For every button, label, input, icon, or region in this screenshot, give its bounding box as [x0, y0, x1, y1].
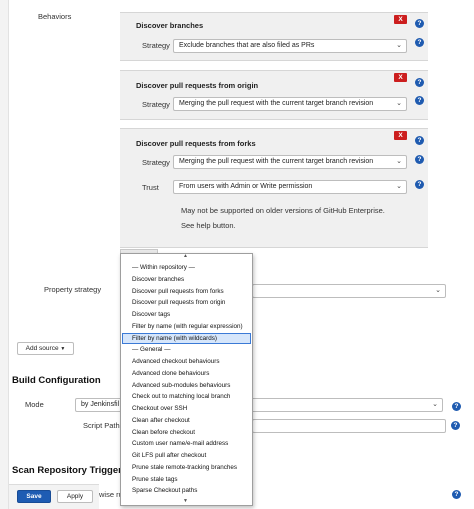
help-icon[interactable]: ? [415, 78, 424, 87]
strategy-label: Strategy [142, 158, 170, 167]
chevron-down-icon: ⌄ [396, 183, 402, 190]
behaviors-label: Behaviors [38, 12, 72, 21]
discover-prs-forks-strategy-select[interactable]: Merging the pull request with the curren… [173, 155, 407, 169]
help-icon[interactable]: ? [415, 19, 424, 28]
help-icon[interactable]: ? [452, 490, 461, 499]
dropdown-item[interactable]: Filter by name (with regular expression) [132, 323, 243, 331]
discover-branches-title: Discover branches [136, 21, 204, 30]
dropdown-item: — Within repository — [132, 264, 195, 271]
delete-discover-branches-button[interactable]: X [394, 15, 407, 24]
trust-label: Trust [142, 183, 159, 192]
strategy-label: Strategy [142, 100, 170, 109]
strategy-select-value: Merging the pull request with the curren… [179, 100, 374, 107]
dropdown-item[interactable]: Clean before checkout [132, 429, 195, 437]
help-icon[interactable]: ? [451, 421, 460, 430]
build-configuration-heading: Build Configuration [12, 375, 101, 386]
dropdown-item[interactable]: Custom user name/e-mail address [132, 440, 228, 448]
dropdown-item[interactable]: Sparse Checkout paths [132, 487, 197, 495]
dropdown-item[interactable]: Advanced clone behaviours [132, 370, 209, 378]
delete-discover-prs-origin-button[interactable]: X [394, 73, 407, 82]
apply-button[interactable]: Apply [57, 490, 93, 503]
chevron-down-icon: ⌄ [432, 401, 438, 408]
form-footer: Save Apply [9, 484, 99, 509]
script-path-label: Script Path [83, 421, 120, 430]
save-button[interactable]: Save [17, 490, 51, 503]
add-behaviour-dropdown[interactable]: ▲ — Within repository — Discover branches… [120, 253, 253, 506]
script-path-input[interactable] [252, 419, 446, 433]
strategy-select-value: Exclude branches that are also filed as … [179, 42, 315, 49]
dropdown-item[interactable]: Discover branches [132, 276, 184, 284]
dropdown-item[interactable]: Check out to matching local branch [132, 393, 230, 401]
discover-prs-origin-panel: Discover pull requests from origin X Str… [120, 70, 428, 120]
dropdown-item: — General — [132, 346, 171, 354]
mode-label: Mode [25, 400, 44, 409]
chevron-down-icon: ⌄ [435, 287, 441, 294]
help-icon[interactable]: ? [415, 38, 424, 47]
discover-prs-forks-panel: Discover pull requests from forks X Stra… [120, 128, 428, 248]
help-icon[interactable]: ? [415, 96, 424, 105]
left-sidebar-strip [0, 0, 9, 509]
discover-branches-strategy-select[interactable]: Exclude branches that are also filed as … [173, 39, 407, 53]
discover-prs-forks-trust-select[interactable]: From users with Admin or Write permissio… [173, 180, 407, 194]
help-icon[interactable]: ? [415, 155, 424, 164]
trust-select-value: From users with Admin or Write permissio… [179, 183, 313, 190]
dropdown-item[interactable]: Clean after checkout [132, 417, 190, 425]
dropdown-item[interactable]: Checkout over SSH [132, 405, 187, 413]
help-icon[interactable]: ? [415, 180, 424, 189]
scan-repository-triggers-heading: Scan Repository Triggers [12, 465, 128, 476]
help-icon[interactable]: ? [452, 402, 461, 411]
see-help-note: See help button. [181, 221, 236, 230]
strategy-select-value: Merging the pull request with the curren… [179, 158, 374, 165]
discover-branches-panel: Discover branches X Strategy Exclude bra… [120, 12, 428, 61]
dropdown-item[interactable]: Discover tags [132, 311, 170, 319]
property-strategy-select[interactable]: ⌄ [252, 284, 446, 298]
property-strategy-label: Property strategy [44, 285, 102, 294]
dropdown-item[interactable]: Prune stale tags [132, 476, 178, 484]
delete-discover-prs-forks-button[interactable]: X [394, 131, 407, 140]
dropdown-item[interactable]: Prune stale remote-tracking branches [132, 464, 237, 472]
add-source-button[interactable]: Add source ▼ [17, 342, 74, 355]
caret-down-icon: ▼ [60, 346, 66, 352]
discover-prs-origin-title: Discover pull requests from origin [136, 81, 259, 90]
scroll-down-arrow-icon[interactable]: ▼ [183, 498, 188, 504]
chevron-down-icon: ⌄ [396, 100, 402, 107]
dropdown-item[interactable]: Advanced checkout behaviours [132, 358, 220, 366]
chevron-down-icon: ⌄ [396, 158, 402, 165]
add-source-label: Add source [25, 345, 59, 352]
dropdown-item[interactable]: Advanced sub-modules behaviours [132, 382, 230, 390]
dropdown-item[interactable]: Discover pull requests from forks [132, 288, 224, 296]
dropdown-item[interactable]: Discover pull requests from origin [132, 299, 225, 307]
discover-prs-origin-strategy-select[interactable]: Merging the pull request with the curren… [173, 97, 407, 111]
dropdown-item[interactable]: Filter by name (with wildcards) [132, 335, 217, 343]
scroll-up-arrow-icon[interactable]: ▲ [183, 253, 188, 259]
github-enterprise-note: May not be supported on older versions o… [181, 206, 385, 215]
dropdown-item[interactable]: Git LFS pull after checkout [132, 452, 206, 460]
mode-select-value: by Jenkinsfil [81, 401, 120, 408]
chevron-down-icon: ⌄ [396, 42, 402, 49]
discover-prs-forks-title: Discover pull requests from forks [136, 139, 256, 148]
strategy-label: Strategy [142, 41, 170, 50]
help-icon[interactable]: ? [415, 136, 424, 145]
